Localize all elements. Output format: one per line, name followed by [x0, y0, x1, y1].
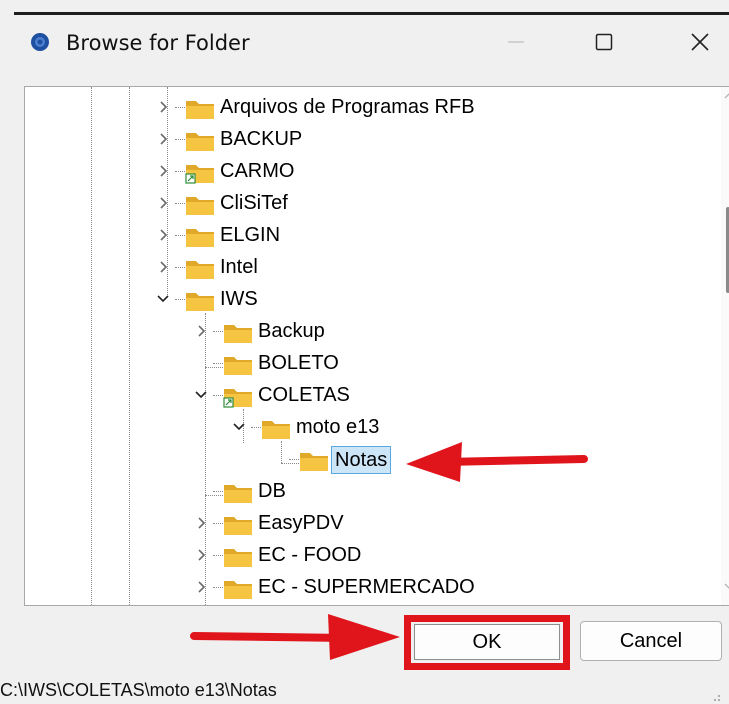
window-top-border: [14, 12, 729, 15]
chevron-right-icon[interactable]: [191, 315, 211, 347]
folder-icon: [186, 229, 214, 247]
resize-grip-icon[interactable]: [708, 694, 722, 702]
tree-guide-line: [175, 267, 185, 268]
folder-icon: [224, 357, 252, 375]
close-button[interactable]: [670, 20, 729, 64]
tree-item-label: EC - SUPERMERCADO: [258, 576, 475, 598]
tree-item-label: ELGIN: [220, 224, 281, 246]
tree-guide-line: [213, 395, 223, 396]
red-arrow-annotation: [190, 614, 400, 660]
tree-guide-line: [213, 363, 223, 364]
window-title: Browse for Folder: [66, 31, 250, 55]
chevron-right-icon[interactable]: [153, 155, 173, 187]
chevron-down-icon[interactable]: [153, 283, 173, 315]
tree-guide-line: [175, 139, 185, 140]
tree-item-label: CARMO: [220, 160, 295, 182]
folder-icon: [224, 325, 252, 343]
maximize-icon: [595, 33, 613, 51]
folder-icon: [186, 101, 214, 119]
tree-item-label: IWS: [220, 288, 258, 310]
folder-icon: [224, 517, 252, 535]
tree-guide-line: [175, 235, 185, 236]
tree-item-label: COLETAS: [258, 384, 350, 406]
folder-icon: [186, 293, 214, 311]
folder-icon: [186, 197, 214, 215]
tree-item[interactable]: Arquivos de Programas RFB: [25, 91, 715, 123]
folder-tree[interactable]: Arquivos de Programas RFB BACKUP CARMO CliS…: [24, 86, 729, 606]
tree-item[interactable]: Notas: [25, 443, 715, 475]
tree-item-label: EasyPDV: [258, 512, 344, 534]
folder-icon: [185, 165, 214, 184]
chevron-right-icon[interactable]: [191, 507, 211, 539]
tree-item[interactable]: DB: [25, 475, 715, 507]
tree-item[interactable]: BACKUP: [25, 123, 715, 155]
tree-guide-line: [251, 427, 261, 428]
tree-item-label: Intel: [220, 256, 258, 278]
folder-icon: [224, 549, 252, 567]
folder-icon: [224, 581, 252, 599]
selected-path: C:\IWS\COLETAS\moto e13\Notas: [0, 680, 277, 700]
tree-guide-line: [213, 491, 223, 492]
scroll-up-arrow-icon[interactable]: [724, 91, 729, 101]
tree-guide-line: [213, 331, 223, 332]
scroll-down-arrow-icon[interactable]: [724, 581, 729, 591]
tree-item[interactable]: Intel: [25, 251, 715, 283]
tree-item-label: CliSiTef: [220, 192, 288, 214]
tree-item[interactable]: EC - FOOD: [25, 539, 715, 571]
tree-item[interactable]: moto e13: [25, 411, 715, 443]
chevron-down-icon[interactable]: [191, 379, 211, 411]
tree-item[interactable]: BOLETO: [25, 347, 715, 379]
folder-icon: [300, 453, 328, 471]
tree-item-label-selected: Notas: [331, 446, 392, 474]
minimize-icon: [508, 41, 524, 43]
chevron-down-icon[interactable]: [229, 411, 249, 443]
tree-item[interactable]: EC - SUPERMERCADO: [25, 571, 715, 603]
chevron-right-icon[interactable]: [191, 571, 211, 603]
tree-item[interactable]: CARMO: [25, 155, 715, 187]
tree-item[interactable]: IWS: [25, 283, 715, 315]
chevron-right-icon[interactable]: [153, 187, 173, 219]
tree-item-label: DB: [258, 480, 286, 502]
tree-item-label: BOLETO: [258, 352, 339, 374]
browse-for-folder-dialog: Browse for Folder Arquivos de Programas …: [0, 0, 729, 704]
tree-item-label: Backup: [258, 320, 325, 342]
chevron-right-icon[interactable]: [191, 539, 211, 571]
cancel-button[interactable]: Cancel: [580, 621, 722, 661]
folder-icon: [224, 485, 252, 503]
red-arrow-annotation: [406, 442, 588, 482]
minimize-button[interactable]: [486, 20, 546, 64]
tree-item-label: Arquivos de Programas RFB: [220, 96, 475, 118]
tree-item[interactable]: COLETAS: [25, 379, 715, 411]
ok-button[interactable]: OK: [414, 624, 560, 660]
tree-guide-line: [213, 587, 223, 588]
chevron-right-icon[interactable]: [153, 123, 173, 155]
tree-item[interactable]: ELGIN: [25, 219, 715, 251]
folder-icon: [186, 133, 214, 151]
app-circle-icon: [31, 33, 49, 51]
maximize-button[interactable]: [574, 20, 634, 64]
close-icon: [691, 33, 709, 51]
folder-icon: [186, 261, 214, 279]
tree-guide-line: [175, 107, 185, 108]
tree-item-label: moto e13: [296, 416, 380, 438]
tree-guide-line: [213, 523, 223, 524]
folder-icon: [262, 421, 290, 439]
vertical-scrollbar[interactable]: [721, 87, 729, 605]
folder-icon: [223, 389, 252, 408]
tree-item[interactable]: Backup: [25, 315, 715, 347]
tree-item-label: EC - FOOD: [258, 544, 362, 566]
tree-guide-line: [175, 171, 185, 172]
folder-tree-content: Arquivos de Programas RFB BACKUP CARMO CliS…: [25, 87, 729, 605]
chevron-right-icon[interactable]: [153, 91, 173, 123]
tree-item[interactable]: CliSiTef: [25, 187, 715, 219]
status-bar: C:\IWS\COLETAS\moto e13\Notas: [0, 677, 729, 704]
tree-guide-line: [213, 555, 223, 556]
chevron-right-icon[interactable]: [153, 251, 173, 283]
chevron-right-icon[interactable]: [153, 219, 173, 251]
tree-item-label: BACKUP: [220, 128, 303, 150]
tree-guide-line: [175, 203, 185, 204]
tree-guide-line: [175, 299, 185, 300]
tree-guide-line: [289, 459, 299, 460]
tree-item[interactable]: EasyPDV: [25, 507, 715, 539]
